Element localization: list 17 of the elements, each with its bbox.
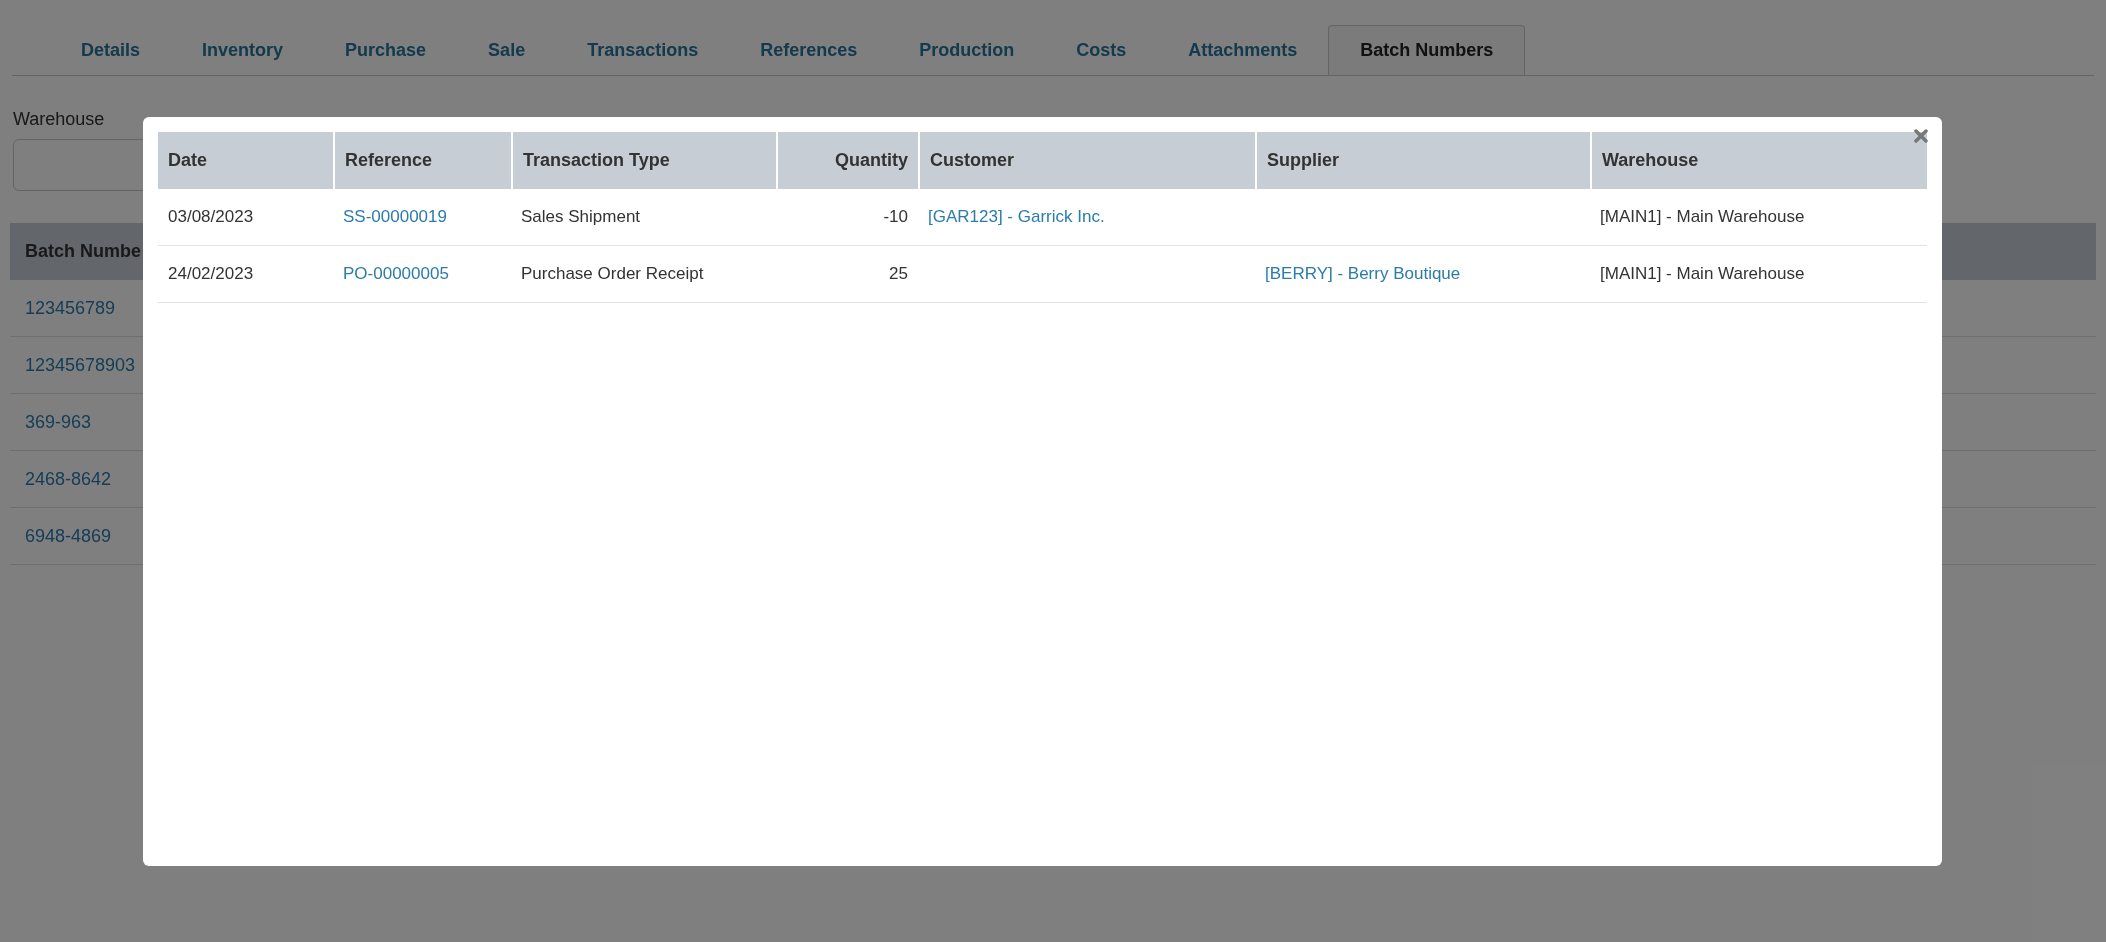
column-header: Reference	[333, 132, 511, 189]
column-header: Date	[167, 149, 208, 172]
table-cell-text: Sales Shipment	[521, 206, 641, 229]
filter-label: Warehouse	[13, 108, 106, 131]
table-cell-text: 25	[889, 263, 908, 286]
column-header: Supplier	[1255, 132, 1590, 189]
table-cell-text: 03/08/2023	[168, 206, 254, 229]
table-cell-text: [MAIN1] - Main Warehouse	[1600, 206, 1805, 229]
table-cell-text: [MAIN1] - Main Warehouse	[1600, 263, 1805, 286]
table-cell-text: Purchase Order Receipt	[521, 263, 704, 286]
column-header: Quantity	[776, 132, 918, 189]
table-cell-text: -10	[883, 206, 908, 229]
column-header: Customer	[918, 132, 1255, 189]
table-cell-text: 24/02/2023	[168, 263, 254, 286]
column-header: Warehouse	[1590, 132, 1927, 189]
column-header: Batch Numbe	[25, 240, 141, 263]
column-header: Transaction Type	[511, 132, 776, 189]
